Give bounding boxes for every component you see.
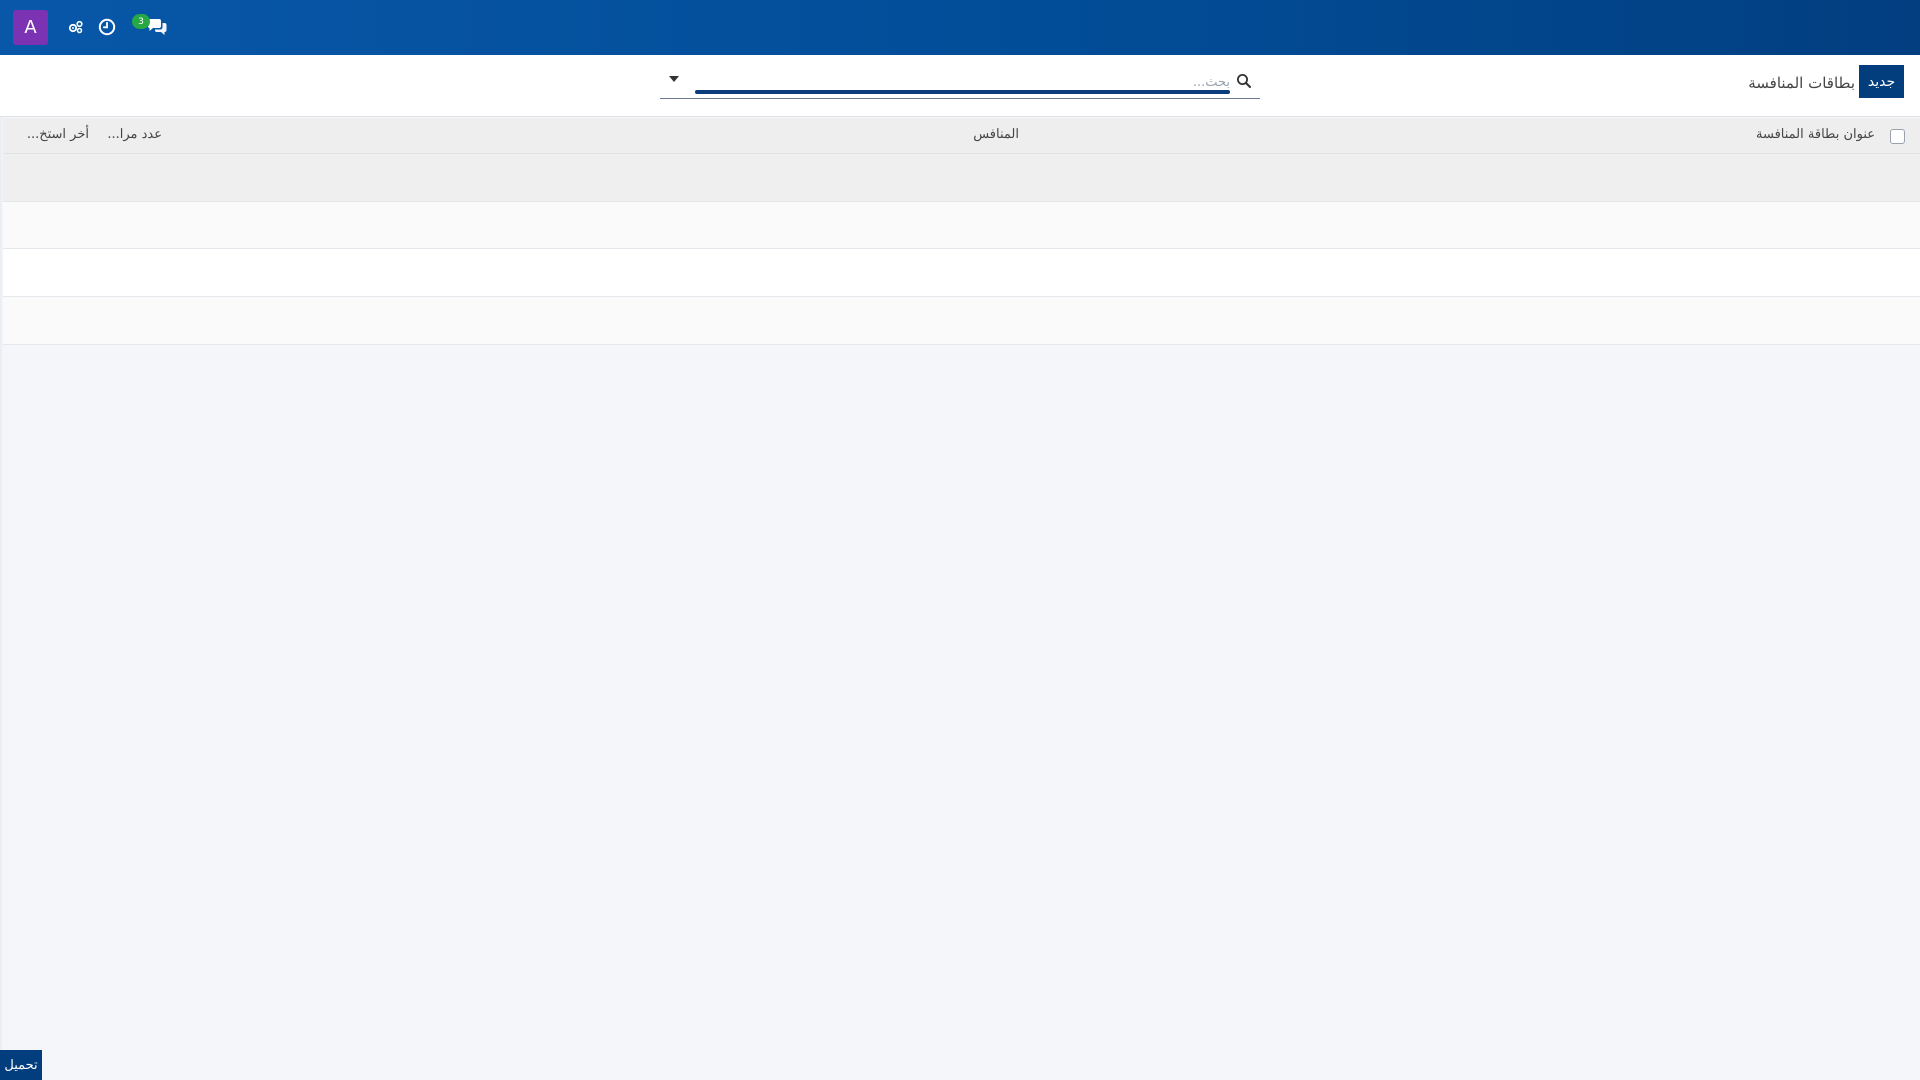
search-icon[interactable]: [1236, 73, 1252, 93]
load-button[interactable]: تحميل: [0, 1050, 42, 1080]
top-navbar: A 3: [0, 0, 1920, 55]
search-options-caret-icon[interactable]: [666, 71, 682, 87]
new-button[interactable]: جديد: [1859, 65, 1904, 98]
table-row: [0, 154, 1920, 202]
column-header-title[interactable]: عنوان بطاقة المنافسة: [1756, 127, 1875, 142]
table-row: [0, 297, 1920, 345]
control-panel: جديد بطاقات المنافسة: [0, 55, 1920, 117]
search-active-underline: [695, 90, 1230, 94]
table-row: [0, 249, 1920, 297]
left-edge-shadow: [0, 117, 3, 1080]
settings-users-icon[interactable]: [65, 16, 87, 38]
chat-unread-badge: 3: [132, 14, 150, 29]
column-header-last-used[interactable]: أخر استخ...: [27, 127, 89, 142]
search-bar: [660, 67, 1260, 99]
column-header-competitor[interactable]: المنافس: [973, 127, 1019, 142]
column-header-count[interactable]: عدد مرا...: [107, 127, 162, 142]
select-all-checkbox[interactable]: [1890, 129, 1905, 144]
clock-icon[interactable]: [96, 16, 118, 38]
table-row: [0, 202, 1920, 249]
user-avatar[interactable]: A: [13, 10, 48, 45]
breadcrumb: بطاقات المنافسة: [1748, 74, 1855, 92]
table-header: عنوان بطاقة المنافسة المنافس عدد مرا... …: [0, 118, 1920, 154]
